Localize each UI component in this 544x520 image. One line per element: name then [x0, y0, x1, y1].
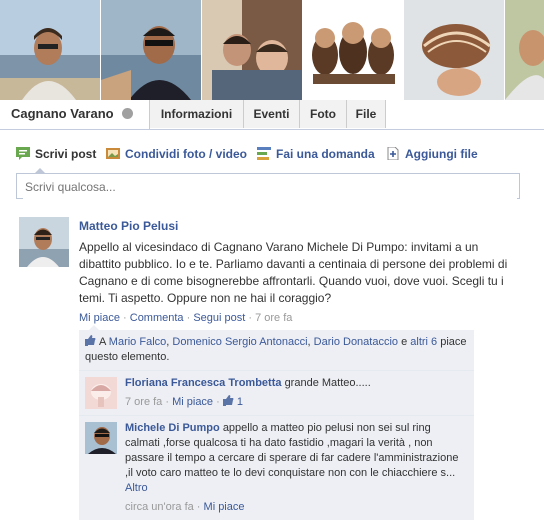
member-photo[interactable]	[101, 0, 201, 100]
comment: Michele Di Pumpo appello a matteo pio pe…	[79, 415, 474, 520]
likes-prefix: A	[99, 336, 106, 348]
tab-label: File	[355, 107, 377, 121]
write-icon	[16, 147, 30, 160]
tab-label: Eventi	[253, 107, 290, 121]
comment: Floriana Francesca Trombetta grande Matt…	[79, 370, 474, 415]
member-photo[interactable]	[303, 0, 403, 100]
likes-others-link[interactable]: altri 6	[410, 336, 437, 348]
liker-link[interactable]: Mario Falco	[109, 336, 166, 348]
liker-link[interactable]: Domenico Sergio Antonacci	[172, 336, 307, 348]
tab-file[interactable]: File	[347, 100, 386, 128]
comment-text: grande Matteo.....	[284, 377, 371, 389]
comment-like-link[interactable]: Mi piace	[204, 501, 245, 513]
comment-like-link[interactable]: Mi piace	[172, 396, 213, 408]
post-input[interactable]	[23, 175, 517, 199]
photo-icon	[106, 148, 120, 159]
member-photo[interactable]	[0, 0, 100, 100]
group-name: Cagnano Varano	[11, 106, 114, 121]
share-photo-video-button[interactable]: Condividi foto / video	[106, 147, 247, 161]
comment-meta: circa un'ora fa · Mi piace	[125, 501, 245, 513]
thumbs-up-icon	[222, 395, 234, 406]
follow-post-link[interactable]: Segui post	[193, 312, 245, 324]
action-label: Fai una domanda	[276, 147, 375, 161]
comment-meta: 7 ore fa · Mi piace · 1	[125, 395, 243, 408]
member-photo[interactable]	[202, 0, 302, 100]
comment-like-count[interactable]: 1	[237, 396, 243, 408]
group-photo-strip	[0, 0, 544, 100]
post-actions: Mi piace · Commenta · Segui post · 7 ore…	[79, 312, 293, 324]
question-icon	[257, 147, 271, 160]
avatar[interactable]	[19, 217, 69, 267]
likes-summary: A Mario Falco, Domenico Sergio Antonacci…	[79, 330, 474, 370]
tab-label: Informazioni	[160, 107, 233, 121]
action-label: Condividi foto / video	[125, 147, 247, 161]
avatar[interactable]	[85, 422, 117, 454]
globe-icon	[121, 108, 133, 120]
feedback-area: A Mario Falco, Domenico Sergio Antonacci…	[79, 325, 474, 520]
liker-link[interactable]: Dario Donataccio	[314, 336, 398, 348]
add-file-button[interactable]: Aggiungi file	[386, 147, 478, 161]
comment-link[interactable]: Commenta	[130, 312, 184, 324]
write-post-button[interactable]: Scrivi post	[16, 147, 96, 161]
action-label: Aggiungi file	[405, 147, 478, 161]
file-icon	[387, 147, 399, 160]
group-name-tab[interactable]: Cagnano Varano	[0, 100, 150, 129]
ask-question-button[interactable]: Fai una domanda	[257, 147, 375, 161]
group-tabs: Cagnano Varano Informazioni Eventi Foto …	[0, 100, 544, 130]
see-more-link[interactable]: Altro	[125, 482, 148, 494]
comment-time: circa un'ora fa	[125, 501, 194, 513]
comment-author[interactable]: Michele Di Pumpo	[125, 422, 220, 434]
like-link[interactable]: Mi piace	[79, 312, 120, 324]
likes-separator: ,	[307, 336, 311, 348]
tab-eventi[interactable]: Eventi	[244, 100, 300, 128]
likes-separator: ,	[166, 336, 170, 348]
member-photo[interactable]	[505, 0, 544, 100]
thumbs-up-icon	[85, 335, 96, 346]
action-label: Scrivi post	[35, 147, 97, 161]
comment-time: 7 ore fa	[125, 396, 163, 408]
composer-box	[16, 173, 520, 199]
avatar[interactable]	[85, 377, 117, 409]
comment-author[interactable]: Floriana Francesca Trombetta	[125, 377, 282, 389]
post-message: Appello al vicesindaco di Cagnano Varano…	[79, 240, 508, 305]
tab-informazioni[interactable]: Informazioni	[150, 100, 244, 128]
post-time: 7 ore fa	[255, 312, 293, 324]
tab-foto[interactable]: Foto	[300, 100, 347, 128]
post-author[interactable]: Matteo Pio Pelusi	[79, 219, 178, 233]
member-photo[interactable]	[404, 0, 504, 100]
tab-label: Foto	[310, 107, 336, 121]
likes-conjunction: e	[401, 336, 408, 348]
